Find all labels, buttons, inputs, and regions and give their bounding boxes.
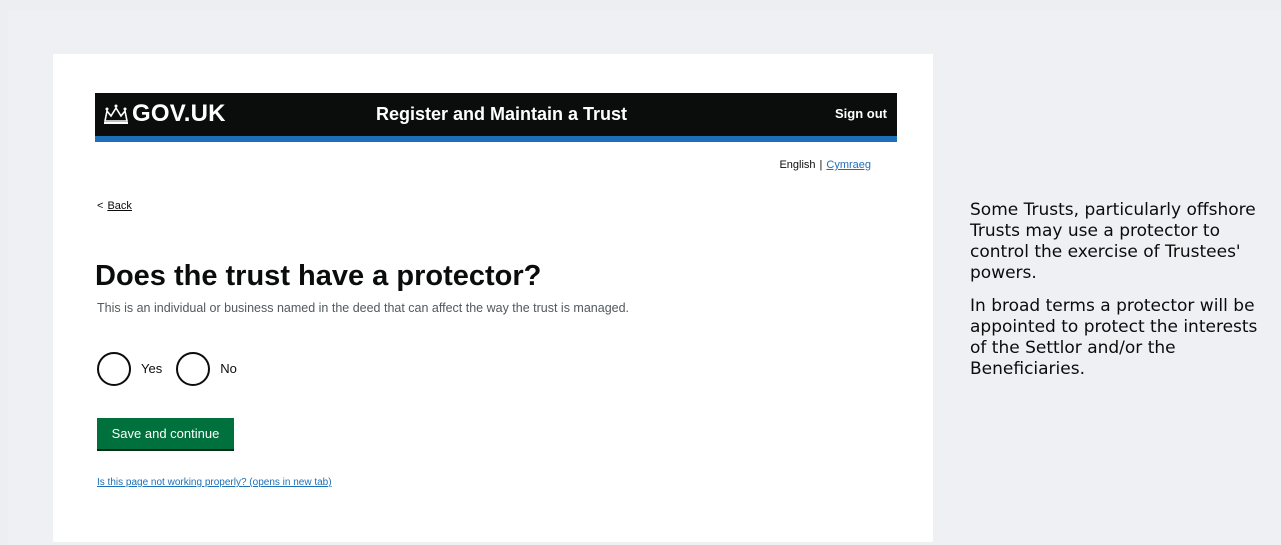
radio-no[interactable]: No bbox=[176, 352, 237, 386]
language-current: English bbox=[779, 159, 816, 171]
chevron-left-icon: < bbox=[97, 200, 104, 212]
language-toggle: English | Cymraeg bbox=[779, 158, 871, 172]
radio-no-label[interactable]: No bbox=[220, 361, 237, 377]
protector-radio-group: Yes No bbox=[97, 352, 237, 386]
report-problem-link[interactable]: Is this page not working properly? (open… bbox=[97, 477, 332, 489]
header-accent-bar bbox=[95, 136, 897, 142]
sign-out-link[interactable]: Sign out bbox=[835, 106, 887, 122]
back-link-label: Back bbox=[107, 200, 132, 212]
page-screenshot: GOV.UK Register and Maintain a Trust Sig… bbox=[53, 54, 933, 542]
radio-yes-label[interactable]: Yes bbox=[141, 361, 162, 377]
back-link[interactable]: < Back bbox=[97, 199, 132, 213]
save-and-continue-button[interactable]: Save and continue bbox=[97, 418, 234, 449]
hint-text: This is an individual or business named … bbox=[97, 301, 630, 315]
side-note-paragraph-2: In broad terms a protector will be appoi… bbox=[970, 296, 1258, 379]
service-name-link[interactable]: Register and Maintain a Trust bbox=[376, 103, 627, 125]
radio-button-no[interactable] bbox=[176, 352, 211, 386]
background-frame: GOV.UK Register and Maintain a Trust Sig… bbox=[8, 10, 1281, 545]
govuk-logo-link[interactable]: GOV.UK bbox=[132, 98, 226, 130]
language-cymraeg-link[interactable]: Cymraeg bbox=[826, 158, 871, 172]
side-note-paragraph-1: Some Trusts, particularly offshore Trust… bbox=[970, 200, 1256, 283]
govuk-header: GOV.UK Register and Maintain a Trust Sig… bbox=[95, 93, 897, 136]
language-separator: | bbox=[819, 159, 823, 171]
page-title: Does the trust have a protector? bbox=[95, 260, 542, 292]
side-note: Some Trusts, particularly offshore Trust… bbox=[970, 200, 1270, 392]
radio-button-yes[interactable] bbox=[97, 352, 131, 386]
radio-yes[interactable]: Yes bbox=[97, 352, 162, 386]
crown-icon bbox=[104, 104, 128, 124]
